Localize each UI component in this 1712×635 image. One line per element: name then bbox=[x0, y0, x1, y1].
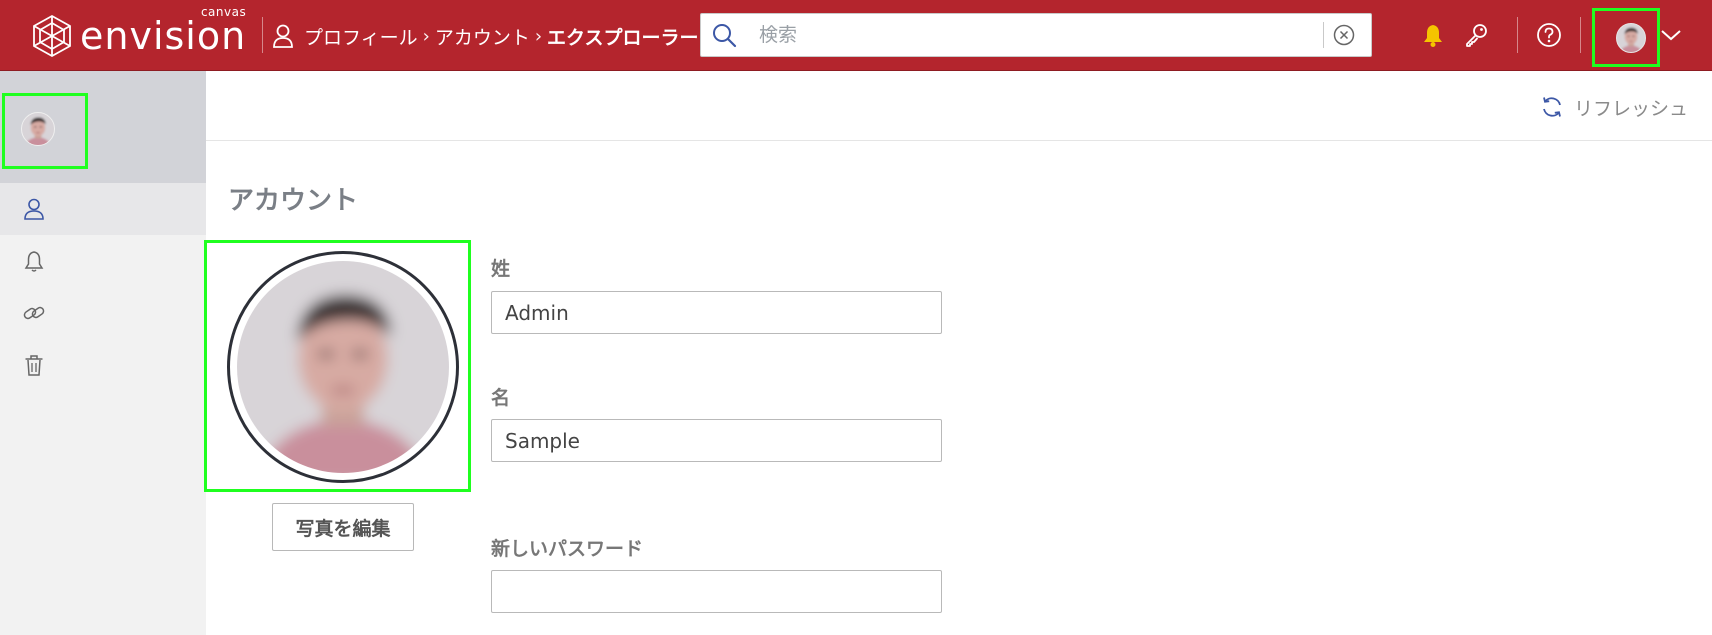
top-header: envision canvas プロフィール › アカウント › エクスプローラ… bbox=[0, 0, 1712, 71]
chevron-down-icon[interactable] bbox=[1660, 28, 1682, 42]
clear-search-icon[interactable] bbox=[1333, 24, 1355, 46]
profile-photo-frame bbox=[227, 251, 459, 483]
first-name-field[interactable] bbox=[491, 419, 942, 462]
key-icon[interactable] bbox=[1463, 22, 1489, 48]
envision-logo[interactable]: envision canvas bbox=[30, 6, 247, 60]
avatar bbox=[21, 112, 55, 146]
content-toolbar: リフレッシュ bbox=[206, 71, 1712, 141]
sidebar-header bbox=[0, 71, 206, 183]
search-bar bbox=[700, 13, 1372, 57]
breadcrumb-item-profile[interactable]: プロフィール bbox=[304, 23, 418, 50]
user-icon bbox=[24, 198, 44, 220]
help-icon[interactable] bbox=[1536, 22, 1562, 48]
refresh-button[interactable]: リフレッシュ bbox=[1540, 93, 1688, 121]
last-name-field[interactable] bbox=[491, 291, 942, 334]
edit-photo-button[interactable]: 写真を編集 bbox=[272, 503, 414, 551]
logo-mark-icon bbox=[33, 14, 71, 58]
first-name-label: 名 bbox=[491, 387, 511, 409]
breadcrumb-item-account[interactable]: アカウント bbox=[435, 23, 530, 50]
profile-photo-image bbox=[237, 261, 449, 473]
logo-subtext: canvas bbox=[200, 5, 247, 19]
header-divider bbox=[1517, 17, 1518, 53]
avatar bbox=[1616, 23, 1646, 53]
sidebar-avatar[interactable] bbox=[2, 93, 88, 169]
profile-photo bbox=[204, 240, 471, 492]
search-icon bbox=[713, 24, 737, 48]
search-divider bbox=[1323, 22, 1324, 48]
page-title: アカウント bbox=[228, 186, 359, 216]
sidebar bbox=[0, 71, 206, 635]
sidebar-item-notifications[interactable] bbox=[0, 235, 206, 287]
sidebar-item-delete[interactable] bbox=[0, 339, 206, 391]
new-password-label: 新しいパスワード bbox=[491, 538, 644, 560]
header-divider bbox=[262, 17, 263, 53]
user-avatar-button[interactable] bbox=[1592, 8, 1660, 67]
sidebar-item-links[interactable] bbox=[0, 287, 206, 339]
chevron-right-icon: › bbox=[534, 25, 543, 47]
trash-icon bbox=[25, 355, 43, 376]
header-divider bbox=[1580, 17, 1581, 53]
breadcrumb: プロフィール › アカウント › エクスプローラー bbox=[272, 22, 698, 50]
sidebar-item-account[interactable] bbox=[0, 183, 206, 235]
refresh-icon bbox=[1543, 97, 1561, 117]
logo-text: envision bbox=[80, 14, 247, 58]
new-password-field[interactable] bbox=[491, 570, 942, 613]
user-icon bbox=[273, 24, 293, 48]
bell-icon[interactable] bbox=[1420, 22, 1446, 48]
search-input[interactable] bbox=[759, 18, 1319, 52]
breadcrumb-item-explorer: エクスプローラー bbox=[547, 26, 699, 49]
link-icon bbox=[23, 306, 45, 320]
bell-icon bbox=[24, 251, 44, 272]
refresh-label: リフレッシュ bbox=[1573, 97, 1688, 120]
chevron-right-icon: › bbox=[422, 25, 430, 47]
last-name-label: 姓 bbox=[491, 258, 511, 280]
